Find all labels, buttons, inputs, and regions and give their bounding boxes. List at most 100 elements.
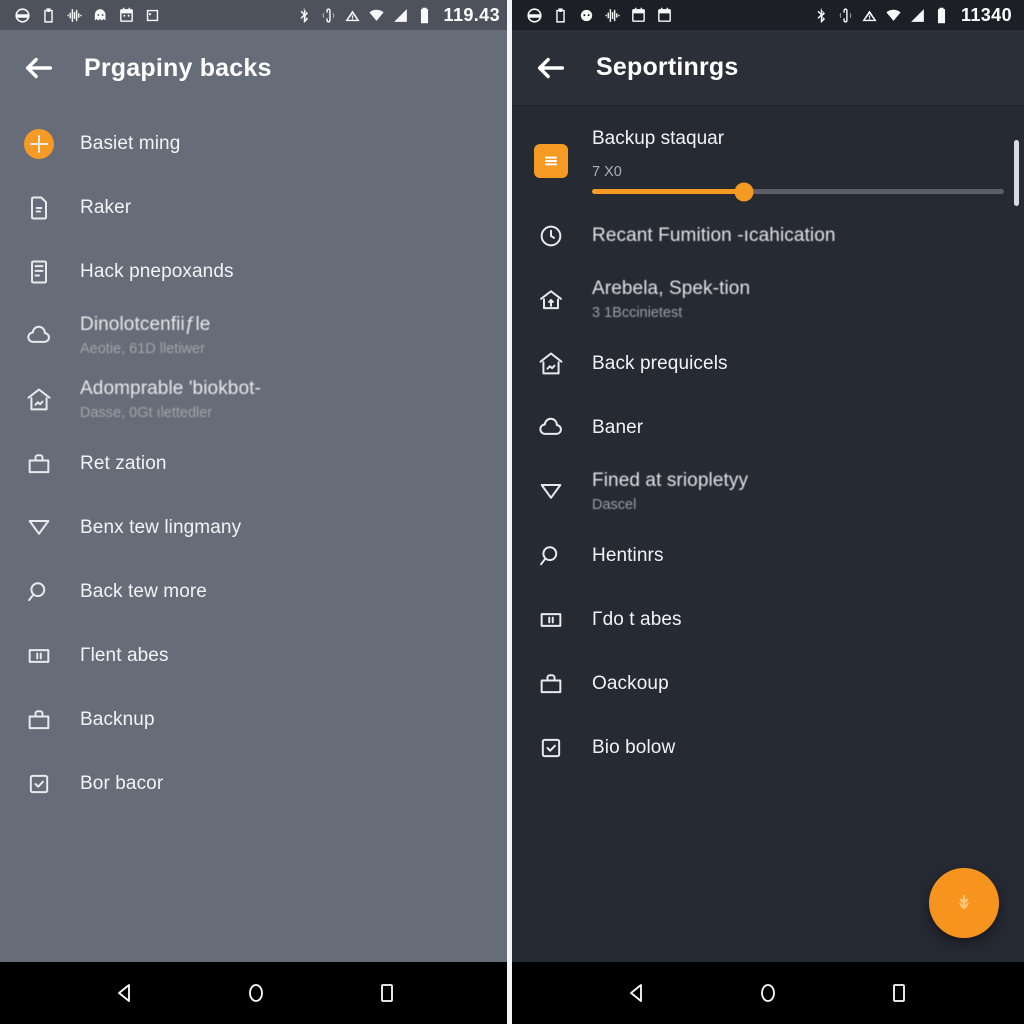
list-item[interactable]: Γdo t abes: [512, 588, 1024, 652]
back-arrow-icon[interactable]: [534, 51, 568, 85]
list-item-title: Recant Fumition -ıcahication: [592, 225, 836, 247]
slider-value: 7 X0: [592, 164, 622, 180]
signal-icon: [909, 7, 926, 24]
dual-screenshot-comparison: 119.43 Prgapiny backs Basiet ming Raker: [0, 0, 1024, 1024]
list-item-title: Back prequicels: [592, 353, 728, 375]
list-item-title: Bio bolow: [592, 737, 676, 759]
list-item[interactable]: Oackoup: [512, 652, 1024, 716]
right-status-system-icons: 11340: [813, 5, 1012, 26]
list-item[interactable]: Recant Fumition -ıcahication: [512, 204, 1024, 268]
signal-icon: [392, 7, 409, 24]
left-page-title: Prgapiny backs: [84, 53, 272, 82]
list-item[interactable]: Arebela, Spek-tion 3 1Bccinietest: [512, 268, 1024, 332]
cloud-icon: [534, 411, 568, 445]
panel-divider: [507, 0, 512, 1024]
columns-icon: [534, 603, 568, 637]
list-item[interactable]: Bor bacor: [0, 752, 512, 816]
search-icon: [534, 539, 568, 573]
nav-home-icon[interactable]: [240, 977, 272, 1009]
list-item[interactable]: Bio bolow: [512, 716, 1024, 780]
list-square-icon: [534, 144, 568, 178]
list-item[interactable]: Hack pnepoxands: [0, 240, 512, 304]
cloud-icon: [22, 319, 56, 353]
vertical-scrollbar[interactable]: [1014, 140, 1019, 206]
briefcase-icon: [22, 703, 56, 737]
list-item[interactable]: Fined at sriopletyy Dascel: [512, 460, 1024, 524]
left-status-clock: 119.43: [443, 4, 500, 25]
back-arrow-icon[interactable]: [22, 51, 56, 85]
left-status-system-icons: 119.43: [296, 5, 500, 26]
nfc-icon: [320, 7, 337, 24]
list-item-title: Γlent abes: [80, 645, 169, 667]
left-app-bar: Prgapiny backs: [0, 30, 512, 106]
funnel-icon: [22, 511, 56, 545]
nav-back-icon[interactable]: [621, 977, 653, 1009]
list-item[interactable]: Back tew more: [0, 560, 512, 624]
wifi-icon: [368, 7, 385, 24]
list-item-title: Backnup: [80, 709, 155, 731]
list-item-title: Back tew more: [80, 581, 207, 603]
list-item[interactable]: Backnup: [0, 688, 512, 752]
right-status-clock: 11340: [960, 4, 1012, 25]
backup-quality-slider-row[interactable]: Backup staquar 7 X0: [512, 112, 1024, 204]
nav-home-icon[interactable]: [752, 977, 784, 1009]
right-status-notification-icons: [526, 7, 673, 24]
clock-icon: [534, 219, 568, 253]
list-item[interactable]: Basiet ming: [0, 112, 512, 176]
list-item[interactable]: Raker: [0, 176, 512, 240]
floating-action-button[interactable]: [929, 868, 999, 938]
nav-back-icon[interactable]: [109, 977, 141, 1009]
list-item[interactable]: Ret zation: [0, 432, 512, 496]
slider-label: Backup staquar: [592, 128, 725, 149]
nav-recents-icon[interactable]: [371, 977, 403, 1009]
home-image-icon: [534, 347, 568, 381]
right-android-nav-bar: [512, 962, 1024, 1024]
list-item-title: Fined at sriopletyy: [592, 470, 749, 492]
calendar-alt-icon: [656, 7, 673, 24]
file-icon: [22, 191, 56, 225]
nav-recents-icon[interactable]: [883, 977, 915, 1009]
list-item[interactable]: Back prequicels: [512, 332, 1024, 396]
right-app-bar: Seportinrgs: [512, 30, 1024, 106]
steering-wheel-icon: [14, 7, 31, 24]
slider-fill: [592, 189, 745, 194]
list-item-title: Oackoup: [592, 673, 669, 695]
left-settings-list: Basiet ming Raker Hack pnepoxands Dinolo…: [0, 106, 512, 962]
list-item-title: Basiet ming: [80, 133, 181, 155]
clipboard-icon: [40, 7, 57, 24]
bluetooth-icon: [296, 7, 313, 24]
waveform-icon: [66, 7, 83, 24]
home-arrow-icon: [534, 283, 568, 317]
ghost-icon: [92, 7, 109, 24]
right-phone-screen: 11340 Seportinrgs Backup staquar 7 X0 Re…: [512, 0, 1024, 1024]
list-item[interactable]: Adomprable 'biokbot- Dasse, 0Gt ılettedl…: [0, 368, 512, 432]
left-status-notification-icons: [14, 7, 161, 24]
list-item[interactable]: Baner: [512, 396, 1024, 460]
right-settings-list: Backup staquar 7 X0 Recant Fumition -ıca…: [512, 106, 1024, 962]
nfc-icon: [837, 7, 854, 24]
left-status-bar: 119.43: [0, 0, 512, 30]
waveform-icon: [604, 7, 621, 24]
calendar-icon: [630, 7, 647, 24]
document-icon: [22, 255, 56, 289]
search-icon: [22, 575, 56, 609]
leaf-icon: [958, 895, 970, 910]
battery-icon: [933, 7, 950, 24]
list-item-title: Hentinrs: [592, 545, 664, 567]
slider-track[interactable]: [592, 182, 1004, 201]
list-item-title: Raker: [80, 197, 132, 219]
list-item-title: Dinolotcenfiiƒle: [80, 314, 211, 336]
slider-thumb[interactable]: [734, 182, 754, 201]
alarm-icon: [344, 7, 361, 24]
calendar-icon: [118, 7, 135, 24]
list-item[interactable]: Benx tew lingmany: [0, 496, 512, 560]
square-dot-icon: [144, 7, 161, 24]
briefcase-icon: [534, 667, 568, 701]
list-item[interactable]: Hentinrs: [512, 524, 1024, 588]
list-item-title: Γdo t abes: [592, 609, 682, 631]
columns-icon: [22, 639, 56, 673]
checkbox-icon: [534, 731, 568, 765]
list-item[interactable]: Γlent abes: [0, 624, 512, 688]
left-phone-screen: 119.43 Prgapiny backs Basiet ming Raker: [0, 0, 512, 1024]
list-item[interactable]: Dinolotcenfiiƒle Aeotie, 61D lletiwer: [0, 304, 512, 368]
